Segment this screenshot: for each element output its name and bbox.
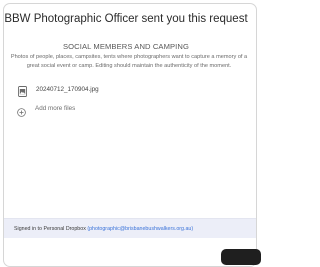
file-list-item[interactable]: 20240712_170904.jpg — [18, 82, 99, 97]
request-title: BBW Photographic Officer sent you this r… — [4, 13, 248, 25]
file-request-card: BBW Photographic Officer sent you this r… — [3, 3, 257, 267]
signed-in-bar: Signed in to Personal Dropbox (photograp… — [4, 218, 256, 238]
image-file-icon — [18, 84, 27, 97]
signed-in-text: Signed in to Personal Dropbox (photograp… — [14, 226, 193, 232]
plus-circle-icon — [17, 104, 26, 117]
add-more-files-button[interactable]: Add more files — [17, 102, 76, 117]
primary-action-button[interactable] — [221, 249, 261, 265]
request-description: Photos of people, places, campsites, ten… — [10, 54, 248, 69]
account-email-link[interactable]: (photographic@brisbanebushwalkers.org.au… — [87, 226, 193, 232]
signed-in-prefix: Signed in to Personal Dropbox — [14, 225, 86, 232]
request-subtitle: SOCIAL MEMBERS AND CAMPING — [63, 42, 189, 51]
file-name: 20240712_170904.jpg — [36, 85, 99, 93]
add-more-files-label: Add more files — [35, 104, 76, 112]
